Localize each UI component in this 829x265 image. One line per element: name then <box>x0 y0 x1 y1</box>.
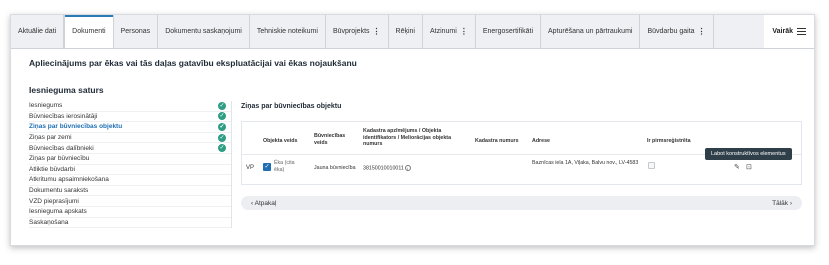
more-label: Vairāk <box>772 28 793 35</box>
sidebar-item[interactable]: Dokumentu saraksts <box>29 186 231 197</box>
pager: ‹ Atpakaļ Tālāk › <box>241 196 802 210</box>
sidebar-item[interactable]: Atliktie būvdarbi <box>29 165 231 176</box>
row-prefix: VP <box>246 165 255 171</box>
header-kadastra-numurs: Kadastra numurs <box>475 138 519 144</box>
tab-label: Tehniskie noteikumi <box>256 28 318 35</box>
sidebar-item[interactable]: Būvniecības ierosinātāji ✓ <box>29 112 231 123</box>
cell-buvniecibas-veids: Jauna būvniecība <box>314 165 356 171</box>
hamburger-menu-icon <box>797 28 806 35</box>
cell-kadastra-apzimejums: 38150010010011 i <box>363 165 411 172</box>
kadastra-value: 38150010010011 <box>363 165 404 172</box>
pirmsregistreta-checkbox[interactable] <box>648 162 655 169</box>
sidebar-item-label: Būvniecības dalībnieki <box>29 144 94 152</box>
sidebar-item[interactable]: Ziņas par būvniecību <box>29 154 231 165</box>
header-pirmsregistreta: Ir pirmsreģistrēta <box>647 138 691 144</box>
tab-label: Būvprojekts <box>332 28 370 35</box>
tab-bar: Aktuālie dati Dokumenti Personas Dokumentu … <box>11 15 814 49</box>
tab-5[interactable]: Būvprojekts ⋮ <box>326 15 389 48</box>
sidebar-item-label: VZD pieprasījumi <box>29 197 79 205</box>
check-icon: ✓ <box>218 122 226 131</box>
sidebar-item-label: Būvniecības ierosinātāji <box>29 112 98 120</box>
sidebar-item[interactable]: VZD pieprasījumi <box>29 196 231 207</box>
next-button[interactable]: Tālāk › <box>772 200 792 207</box>
cell-objekta-veids: Ēka (cita ēka) <box>274 160 295 173</box>
sidebar-item[interactable]: Ziņas par būvniecības objektu ✓ <box>29 122 231 133</box>
edit-elements-icon[interactable]: ⊡ <box>746 164 754 171</box>
sidebar-item[interactable]: Atkritumu apsaimniekošana <box>29 175 231 186</box>
tab-9[interactable]: Apturēšana un pārtraukumi <box>541 15 641 48</box>
tab-0[interactable]: Aktuālie dati <box>11 15 65 48</box>
application-window: Aktuālie dati Dokumenti Personas Dokumentu … <box>10 14 815 246</box>
check-icon: ✓ <box>218 112 226 121</box>
sidebar-item[interactable]: Saskaņošana <box>29 218 231 229</box>
section-title: Iesnieguma saturs <box>29 85 104 95</box>
sidebar-item-label: Atliktie būvdarbi <box>29 165 75 173</box>
info-icon[interactable]: i <box>404 165 411 171</box>
cell-adrese: Baznīcas iela 1A, Viļaka, Balvu nov., LV… <box>532 160 639 166</box>
sidebar-item[interactable]: Iesniegums ✓ <box>29 101 231 112</box>
back-button[interactable]: ‹ Atpakaļ <box>251 200 276 207</box>
more-menu-button[interactable]: Vairāk <box>764 15 814 48</box>
header-objekta-veids: Objekta veids <box>263 138 298 144</box>
back-label: Atpakaļ <box>254 199 277 207</box>
sidebar-item-label: Iesnieguma apskats <box>29 208 87 216</box>
sidebar-item-label: Ziņas par būvniecības objektu <box>29 123 123 131</box>
sidebar-item-label: Iesniegums <box>29 102 63 110</box>
tab-label: Aktuālie dati <box>18 28 57 35</box>
tab-label: Apturēšana un pārtraukumi <box>548 28 633 35</box>
check-icon: ✓ <box>218 101 226 110</box>
tab-10[interactable]: Būvdarbu gaita ⋮ <box>640 15 714 48</box>
tab-label: Personas <box>120 28 151 35</box>
tab-4[interactable]: Tehniskie noteikumi <box>250 15 326 48</box>
tab-1[interactable]: Dokumenti <box>64 15 114 48</box>
tab-6[interactable]: Rēķini <box>389 15 423 48</box>
edit-icon[interactable]: ✎ <box>734 164 742 171</box>
sidebar-item[interactable]: Ziņas par zemi ✓ <box>29 133 231 144</box>
check-icon: ✓ <box>218 144 226 153</box>
tab-label: Dokumentu saskaņojumi <box>165 28 242 35</box>
sidebar-item-label: Saskaņošana <box>29 218 69 226</box>
edit-elements-tooltip: Labot konstruktīvos elementus <box>705 148 792 160</box>
sidebar-item[interactable]: Būvniecības dalībnieki ✓ <box>29 143 231 154</box>
check-icon: ✓ <box>218 133 226 142</box>
sidebar-item[interactable]: Iesnieguma apskats <box>29 207 231 218</box>
tab-kebab-icon[interactable]: ⋮ <box>373 27 381 36</box>
header-buvniecibas-veids: Būvniecības veids <box>314 133 346 146</box>
tab-3[interactable]: Dokumentu saskaņojumi <box>158 15 250 48</box>
row-checkbox[interactable]: ✓ <box>263 163 271 171</box>
sidebar-item-label: Ziņas par būvniecību <box>29 155 90 163</box>
header-adrese: Adrese <box>532 138 550 144</box>
sidebar-item-label: Dokumentu saraksts <box>29 187 89 195</box>
content-title: Ziņas par būvniecības objektu <box>241 103 342 110</box>
sidebar-item-label: Ziņas par zemi <box>29 134 72 142</box>
tab-kebab-icon[interactable]: ⋮ <box>698 27 706 36</box>
header-kadastra-apzimejums: Kadastra apzīmējums / Objekta identifika… <box>363 128 452 147</box>
tab-label: Atzinumi <box>429 28 457 35</box>
tab-7[interactable]: Atzinumi ⋮ <box>423 15 476 48</box>
tab-8[interactable]: Energosertifikāti <box>476 15 542 48</box>
sidebar-nav: Iesniegums ✓ Būvniecības ierosinātāji ✓ Ziņa… <box>29 101 232 229</box>
next-label: Tālāk <box>772 199 789 207</box>
tab-kebab-icon[interactable]: ⋮ <box>460 27 468 36</box>
tab-label: Energosertifikāti <box>482 28 534 35</box>
tab-label: Būvdarbu gaita <box>647 28 695 35</box>
tab-label: Rēķini <box>395 28 415 35</box>
sidebar-item-label: Atkritumu apsaimniekošana <box>29 176 109 184</box>
page-title: Apliecinājums par ēkas vai tās daļas gat… <box>29 58 357 68</box>
tab-2[interactable]: Personas <box>114 15 159 48</box>
tab-label: Dokumenti <box>72 28 106 35</box>
